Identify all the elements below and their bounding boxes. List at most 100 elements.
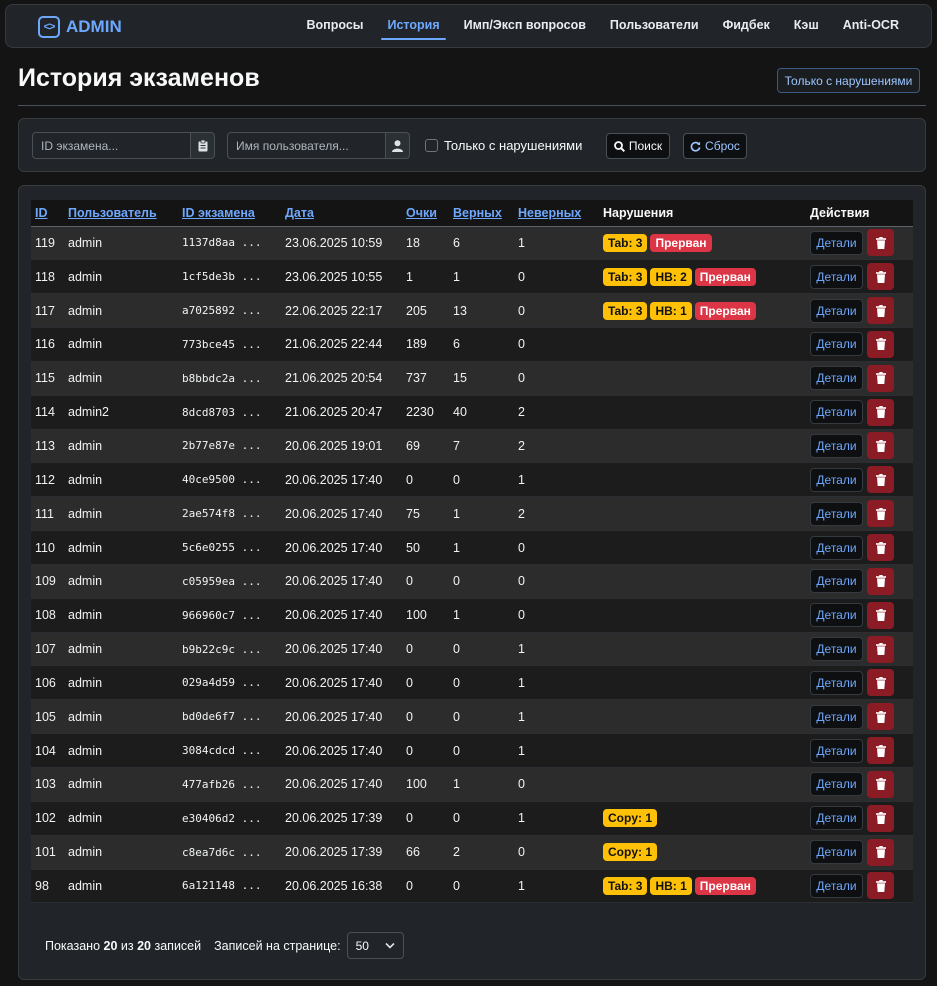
column-header-exam-id[interactable]: ID экзамена [178,200,281,227]
delete-button[interactable] [867,297,894,325]
sort-link-wrong[interactable]: Неверных [518,206,581,220]
table-row: 118 admin 1cf5de3b ... 23.06.2025 10:55 1 1 0 T… [31,259,913,295]
clipboard-icon[interactable] [191,132,215,159]
cell-id: 106 [31,665,64,701]
trash-icon [875,879,886,892]
user-icon[interactable] [386,132,410,159]
cell-user: admin [64,632,178,667]
delete-button[interactable] [867,534,894,562]
details-button[interactable]: Детали [810,467,863,492]
cell-actions: Детали [806,259,913,295]
cell-correct: 0 [449,801,514,836]
details-button[interactable]: Детали [810,569,863,594]
cell-exam-id: 1137d8aa ... [178,226,281,261]
cell-actions: Детали [806,226,913,261]
column-header-user[interactable]: Пользователь [64,200,178,227]
delete-button[interactable] [867,635,894,663]
sort-link-id[interactable]: ID [35,206,48,220]
column-header-correct[interactable]: Верных [449,200,514,227]
nav-item-0[interactable]: Вопросы [307,18,364,32]
sort-link-score[interactable]: Очки [406,206,437,220]
details-button[interactable]: Детали [810,873,863,898]
cell-date: 20.06.2025 17:40 [281,598,402,633]
delete-button[interactable] [867,770,894,798]
brand[interactable]: <> ADMIN [38,16,122,38]
details-button[interactable]: Детали [810,806,863,831]
nav-item-1[interactable]: История [381,18,446,40]
delete-button[interactable] [867,872,894,900]
cell-date: 21.06.2025 22:44 [281,327,402,362]
delete-button[interactable] [867,263,894,291]
delete-button[interactable] [867,364,894,392]
violation-badge: Прерван [694,301,756,320]
violations-only-button[interactable]: Только с нарушениями [777,68,920,93]
reset-button[interactable]: Сброс [683,133,747,159]
details-button[interactable]: Детали [810,670,863,695]
cell-exam-id: c8ea7d6c ... [178,835,281,870]
cell-actions: Детали [806,496,913,532]
cell-actions: Детали [806,564,913,599]
cell-id: 105 [31,699,64,735]
nav-item-3[interactable]: Пользователи [610,18,699,32]
per-page-select[interactable]: 50 [346,932,404,959]
delete-button[interactable] [867,601,894,629]
details-button[interactable]: Детали [810,738,863,763]
delete-button[interactable] [867,398,894,426]
delete-button[interactable] [867,737,894,765]
sort-link-user[interactable]: Пользователь [68,206,157,220]
nav-item-6[interactable]: Anti-OCR [843,18,899,32]
cell-wrong: 0 [514,564,599,599]
details-button[interactable]: Детали [810,400,863,425]
cell-exam-id: a7025892 ... [178,293,281,329]
details-button[interactable]: Детали [810,366,863,391]
nav-item-2[interactable]: Имп/Эксп вопросов [464,18,586,32]
column-header-date[interactable]: Дата [281,200,402,227]
details-button[interactable]: Детали [810,332,863,357]
search-button[interactable]: Поиск [606,133,670,159]
delete-button[interactable] [867,330,894,358]
delete-button[interactable] [867,703,894,731]
details-button[interactable]: Детали [810,433,863,458]
cell-wrong: 2 [514,395,599,430]
nav-item-5[interactable]: Кэш [794,18,819,32]
sort-link-exam-id[interactable]: ID экзамена [182,206,255,220]
details-button[interactable]: Детали [810,772,863,797]
cell-violations [599,361,806,396]
delete-button[interactable] [867,838,894,866]
shown-prefix: Показано [45,938,101,953]
column-header-wrong[interactable]: Неверных [514,200,599,227]
details-button[interactable]: Детали [810,704,863,729]
delete-button[interactable] [867,567,894,595]
delete-button[interactable] [867,229,894,257]
violation-badge: HB: 1 [650,301,692,320]
delete-button[interactable] [867,432,894,460]
details-button[interactable]: Детали [810,501,863,526]
details-button[interactable]: Детали [810,603,863,628]
table-row: 115 admin b8bbdc2a ... 21.06.2025 20:54 737 1… [31,361,913,396]
table-row: 110 admin 5c6e0255 ... 20.06.2025 17:40 50 1 0… [31,530,913,565]
details-button[interactable]: Детали [810,840,863,865]
cell-violations [599,733,806,768]
delete-button[interactable] [867,804,894,832]
cell-exam-id: 773bce45 ... [178,327,281,362]
per-page-label: Записей на странице: [214,938,341,953]
column-header-id[interactable]: ID [31,200,64,227]
details-button[interactable]: Детали [810,637,863,662]
violations-checkbox[interactable] [425,139,438,152]
table-row: 107 admin b9b22c9c ... 20.06.2025 17:40 0 0 1 Д… [31,632,913,667]
details-button[interactable]: Детали [810,230,863,255]
sort-link-correct[interactable]: Верных [453,206,502,220]
exam-id-input[interactable]: ID экзамена... [32,132,191,159]
details-button[interactable]: Детали [810,298,863,323]
delete-button[interactable] [867,669,894,697]
username-input[interactable]: Имя пользователя... [227,132,386,159]
details-button[interactable]: Детали [810,264,863,289]
refresh-icon [690,141,701,152]
table-row: 98 admin 6a121148 ... 20.06.2025 16:38 0 0 1 Ta… [31,869,913,904]
sort-link-date[interactable]: Дата [285,206,314,220]
delete-button[interactable] [867,466,894,494]
nav-item-4[interactable]: Фидбек [723,18,770,32]
details-button[interactable]: Детали [810,535,863,560]
delete-button[interactable] [867,500,894,528]
column-header-score[interactable]: Очки [402,200,449,227]
